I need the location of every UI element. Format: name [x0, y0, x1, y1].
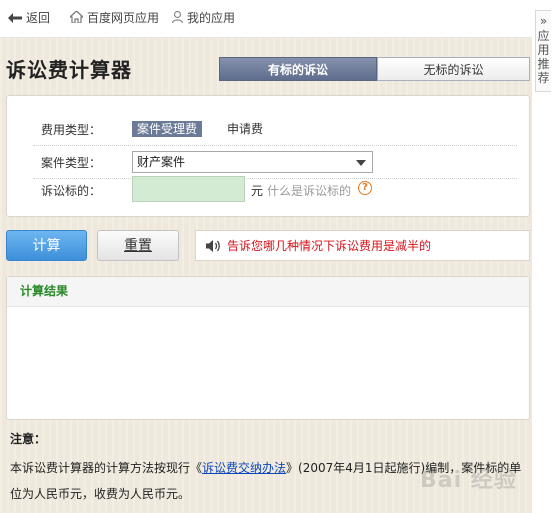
chevron-down-icon: [356, 160, 366, 166]
top-nav: 返回 百度网页应用 我的应用: [0, 0, 532, 38]
case-type-row: 案件类型： 财产案件: [33, 145, 517, 179]
home-app-label: 百度网页应用: [87, 11, 160, 25]
tab-without-subject[interactable]: 无标的诉讼: [377, 57, 530, 81]
back-link[interactable]: 返回: [8, 10, 50, 26]
back-arrow-icon: [8, 11, 22, 27]
case-type-label: 案件类型：: [41, 156, 102, 170]
form-panel: 费用类型： 案件受理费 申请费 案件类型： 财产案件 诉讼标的： 元 什么是诉讼…: [6, 95, 530, 217]
note-prefix: 本诉讼费计算器的计算方法按现行《: [10, 461, 203, 475]
help-icon[interactable]: ?: [358, 181, 372, 195]
result-title: 计算结果: [7, 277, 529, 307]
amount-input[interactable]: [132, 176, 245, 202]
home-icon: [68, 9, 85, 27]
calculate-button[interactable]: 计算: [6, 230, 87, 261]
speaker-icon: [206, 239, 222, 256]
recommend-label: 应 用 推 荐: [537, 29, 550, 85]
home-app-link[interactable]: 百度网页应用: [68, 9, 160, 27]
what-is-subject-link[interactable]: 什么是诉讼标的: [267, 182, 351, 199]
fee-type-label: 费用类型：: [41, 123, 102, 137]
half-fee-notice-text: 告诉您哪几种情况下诉讼费用是减半的: [227, 239, 432, 253]
my-apps-label: 我的应用: [187, 11, 236, 25]
fee-option-application[interactable]: 申请费: [227, 121, 263, 137]
double-chevron-icon: »: [539, 14, 548, 28]
note-title: 注意：: [10, 432, 47, 446]
fee-type-row: 费用类型： 案件受理费 申请费: [33, 106, 517, 146]
case-type-value: 财产案件: [137, 155, 186, 169]
half-fee-notice[interactable]: 告诉您哪几种情况下诉讼费用是减半的: [195, 230, 530, 261]
my-apps-link[interactable]: 我的应用: [171, 10, 236, 27]
baidu-jingyan-watermark: Bai 经验: [420, 468, 517, 493]
fee-option-acceptance[interactable]: 案件受理费: [132, 121, 203, 137]
recommend-side-tab[interactable]: » 应 用 推 荐: [535, 10, 551, 92]
case-type-select[interactable]: 财产案件: [132, 151, 373, 173]
page-title: 诉讼费计算器: [6, 58, 132, 82]
fee-regulation-link[interactable]: 诉讼费交纳办法: [202, 461, 286, 475]
back-label: 返回: [26, 11, 51, 25]
amount-label: 诉讼标的：: [41, 184, 102, 198]
tab-with-subject[interactable]: 有标的诉讼: [219, 57, 377, 81]
user-icon: [171, 10, 184, 27]
amount-unit: 元: [251, 184, 264, 198]
reset-button[interactable]: 重置: [97, 230, 179, 261]
case-tabs: 有标的诉讼 无标的诉讼: [219, 57, 530, 81]
amount-row: 诉讼标的： 元 什么是诉讼标的 ?: [33, 176, 517, 211]
result-panel: 计算结果: [6, 276, 530, 420]
